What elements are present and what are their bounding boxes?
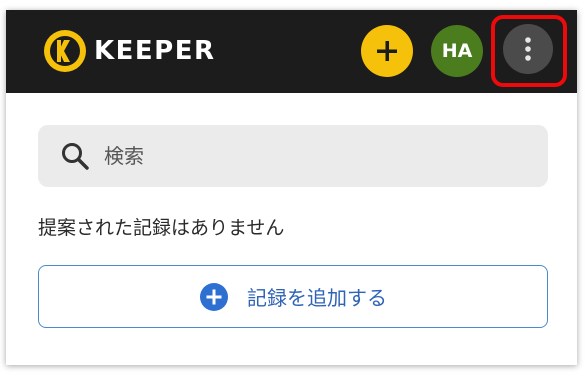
keeper-logo: KEEPER xyxy=(42,28,216,74)
plus-icon xyxy=(377,41,397,61)
header-bar: KEEPER HA xyxy=(6,10,577,93)
search-input[interactable] xyxy=(102,143,506,169)
more-options-button[interactable] xyxy=(503,24,553,74)
search-icon xyxy=(62,143,89,170)
search-box[interactable] xyxy=(38,125,548,187)
brand-name: KEEPER xyxy=(94,36,216,66)
vertical-dots-icon xyxy=(525,37,531,61)
user-avatar[interactable]: HA xyxy=(431,25,483,77)
add-record-button[interactable]: 記録を追加する xyxy=(38,265,548,328)
keeper-logo-icon xyxy=(44,30,86,72)
add-record-label: 記録を追加する xyxy=(247,286,387,310)
plus-circle-icon xyxy=(200,282,228,311)
add-button[interactable] xyxy=(361,25,413,77)
keeper-popup: KEEPER HA 提案された記録はありません xyxy=(6,10,577,365)
empty-suggestions-message: 提案された記録はありません xyxy=(38,217,285,239)
